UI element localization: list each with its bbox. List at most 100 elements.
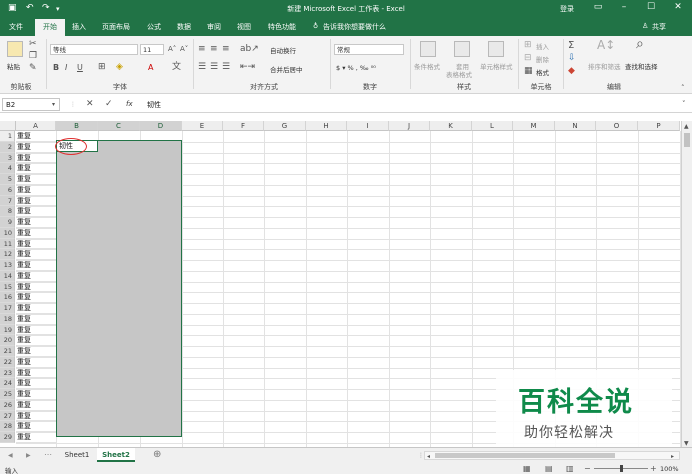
cell-a[interactable]: 重复: [16, 217, 56, 228]
row-header[interactable]: 3: [0, 152, 15, 164]
font-size-select[interactable]: 11: [140, 44, 164, 55]
tab-formulas[interactable]: 公式: [147, 22, 161, 32]
scroll-up-icon[interactable]: ▲: [684, 122, 689, 131]
cut-icon[interactable]: ✂: [29, 40, 37, 49]
cell-a[interactable]: 重复: [16, 260, 56, 271]
italic-icon[interactable]: I: [65, 63, 67, 72]
delete-cells-icon[interactable]: ⊟: [524, 54, 532, 63]
zoom-out-icon[interactable]: −: [584, 464, 591, 473]
cell-a[interactable]: 重复: [16, 314, 56, 325]
page-break-view-icon[interactable]: ▥: [566, 464, 574, 473]
row-header[interactable]: 26: [0, 399, 15, 411]
cell-a[interactable]: 重复: [16, 411, 56, 422]
cell-a[interactable]: 重复: [16, 282, 56, 293]
align-bottom-icon[interactable]: ≡: [222, 45, 230, 54]
copy-icon[interactable]: ❐: [29, 52, 37, 61]
row-header[interactable]: 4: [0, 163, 15, 174]
row-header[interactable]: 9: [0, 217, 15, 228]
tab-data[interactable]: 数据: [177, 22, 191, 32]
confirm-entry-icon[interactable]: ✓: [105, 100, 113, 109]
row-header[interactable]: 14: [0, 270, 15, 282]
orientation-icon[interactable]: ab↗: [240, 45, 259, 54]
cell-a[interactable]: 重复: [16, 228, 56, 239]
row-header[interactable]: 15: [0, 281, 15, 293]
column-header[interactable]: O: [596, 121, 638, 131]
cell-a[interactable]: 重复: [16, 357, 56, 368]
scrollbar-thumb[interactable]: [684, 133, 690, 147]
format-painter-icon[interactable]: ✎: [29, 64, 37, 73]
conditional-format-icon[interactable]: [420, 41, 436, 57]
cell-styles-button[interactable]: 单元格样式: [480, 61, 513, 71]
sheet-tab-sheet1[interactable]: Sheet1: [58, 448, 96, 462]
select-all-button[interactable]: [0, 121, 16, 131]
row-header[interactable]: 27: [0, 410, 15, 422]
column-header[interactable]: M: [513, 121, 555, 131]
cell-a[interactable]: 重复: [16, 131, 56, 142]
column-header[interactable]: C: [98, 121, 140, 131]
zoom-in-icon[interactable]: +: [650, 464, 657, 473]
page-layout-view-icon[interactable]: ▤: [545, 464, 553, 473]
column-header[interactable]: K: [430, 121, 472, 131]
column-header[interactable]: D: [140, 121, 182, 131]
cell-a[interactable]: 重复: [16, 271, 56, 282]
insert-cells-button[interactable]: 插入: [536, 41, 549, 51]
row-header[interactable]: 12: [0, 249, 15, 260]
row-header[interactable]: 24: [0, 378, 15, 389]
cell-a[interactable]: 重复: [16, 389, 56, 400]
row-header[interactable]: 5: [0, 174, 15, 185]
cell-a[interactable]: 重复: [16, 378, 56, 389]
name-box-dropdown-icon[interactable]: ▾: [52, 100, 55, 109]
format-cells-button[interactable]: 格式: [536, 67, 549, 77]
cell-a[interactable]: 重复: [16, 196, 56, 207]
row-header[interactable]: 17: [0, 303, 15, 314]
font-color-icon[interactable]: A: [148, 63, 153, 72]
scroll-down-icon[interactable]: ▼: [684, 439, 689, 447]
close-icon[interactable]: ✕: [668, 2, 688, 12]
cell-a[interactable]: 重复: [16, 239, 56, 250]
row-header[interactable]: 22: [0, 356, 15, 368]
fill-color-icon[interactable]: ◈: [116, 63, 123, 72]
fill-icon[interactable]: ⇩: [568, 54, 576, 63]
cell-a[interactable]: 重复: [16, 163, 56, 174]
cell-a[interactable]: 重复: [16, 292, 56, 303]
border-icon[interactable]: ⊞: [98, 63, 106, 72]
number-format-select[interactable]: 常规: [334, 44, 404, 55]
column-header[interactable]: I: [347, 121, 389, 131]
cell-a[interactable]: 重复: [16, 185, 56, 196]
cell-a[interactable]: 重复: [16, 346, 56, 357]
column-header[interactable]: N: [555, 121, 596, 131]
tab-file[interactable]: 文件: [9, 22, 23, 32]
cancel-entry-icon[interactable]: ✕: [86, 100, 94, 109]
conditional-format-button[interactable]: 条件格式: [414, 61, 440, 71]
column-header[interactable]: L: [472, 121, 513, 131]
tab-review[interactable]: 审阅: [207, 22, 221, 32]
column-header[interactable]: P: [638, 121, 680, 131]
minimize-icon[interactable]: –: [614, 2, 634, 12]
row-header[interactable]: 23: [0, 367, 15, 379]
column-header[interactable]: H: [306, 121, 347, 131]
tab-insert[interactable]: 插入: [72, 22, 86, 32]
column-header[interactable]: A: [16, 121, 56, 131]
tab-special[interactable]: 特色功能: [268, 22, 296, 32]
paste-icon[interactable]: [7, 41, 23, 57]
tab-page-layout[interactable]: 页面布局: [102, 22, 130, 32]
align-middle-icon[interactable]: ≡: [210, 45, 218, 54]
share-button[interactable]: 共享: [652, 22, 666, 32]
row-header[interactable]: 8: [0, 206, 15, 217]
row-header[interactable]: 1: [0, 131, 15, 142]
tell-me-search[interactable]: 告诉我你想要做什么: [323, 22, 386, 32]
row-header[interactable]: 18: [0, 313, 15, 325]
formula-content[interactable]: 韧性: [147, 100, 161, 110]
sort-filter-icon[interactable]: A↕: [597, 39, 615, 51]
row-header[interactable]: 16: [0, 292, 15, 303]
selected-range[interactable]: [56, 140, 182, 437]
cell-styles-icon[interactable]: [488, 41, 504, 57]
normal-view-icon[interactable]: ▦: [523, 464, 531, 473]
tab-view[interactable]: 视图: [237, 22, 251, 32]
sheet-list-icon[interactable]: ⋯: [44, 450, 52, 459]
row-header[interactable]: 21: [0, 346, 15, 357]
column-header[interactable]: B: [56, 121, 98, 131]
autosum-icon[interactable]: Σ: [568, 41, 574, 51]
zoom-slider-thumb[interactable]: [620, 465, 623, 472]
number-format-buttons-icon[interactable]: $ ▾ % , ‰ ⁰⁰: [336, 64, 376, 72]
